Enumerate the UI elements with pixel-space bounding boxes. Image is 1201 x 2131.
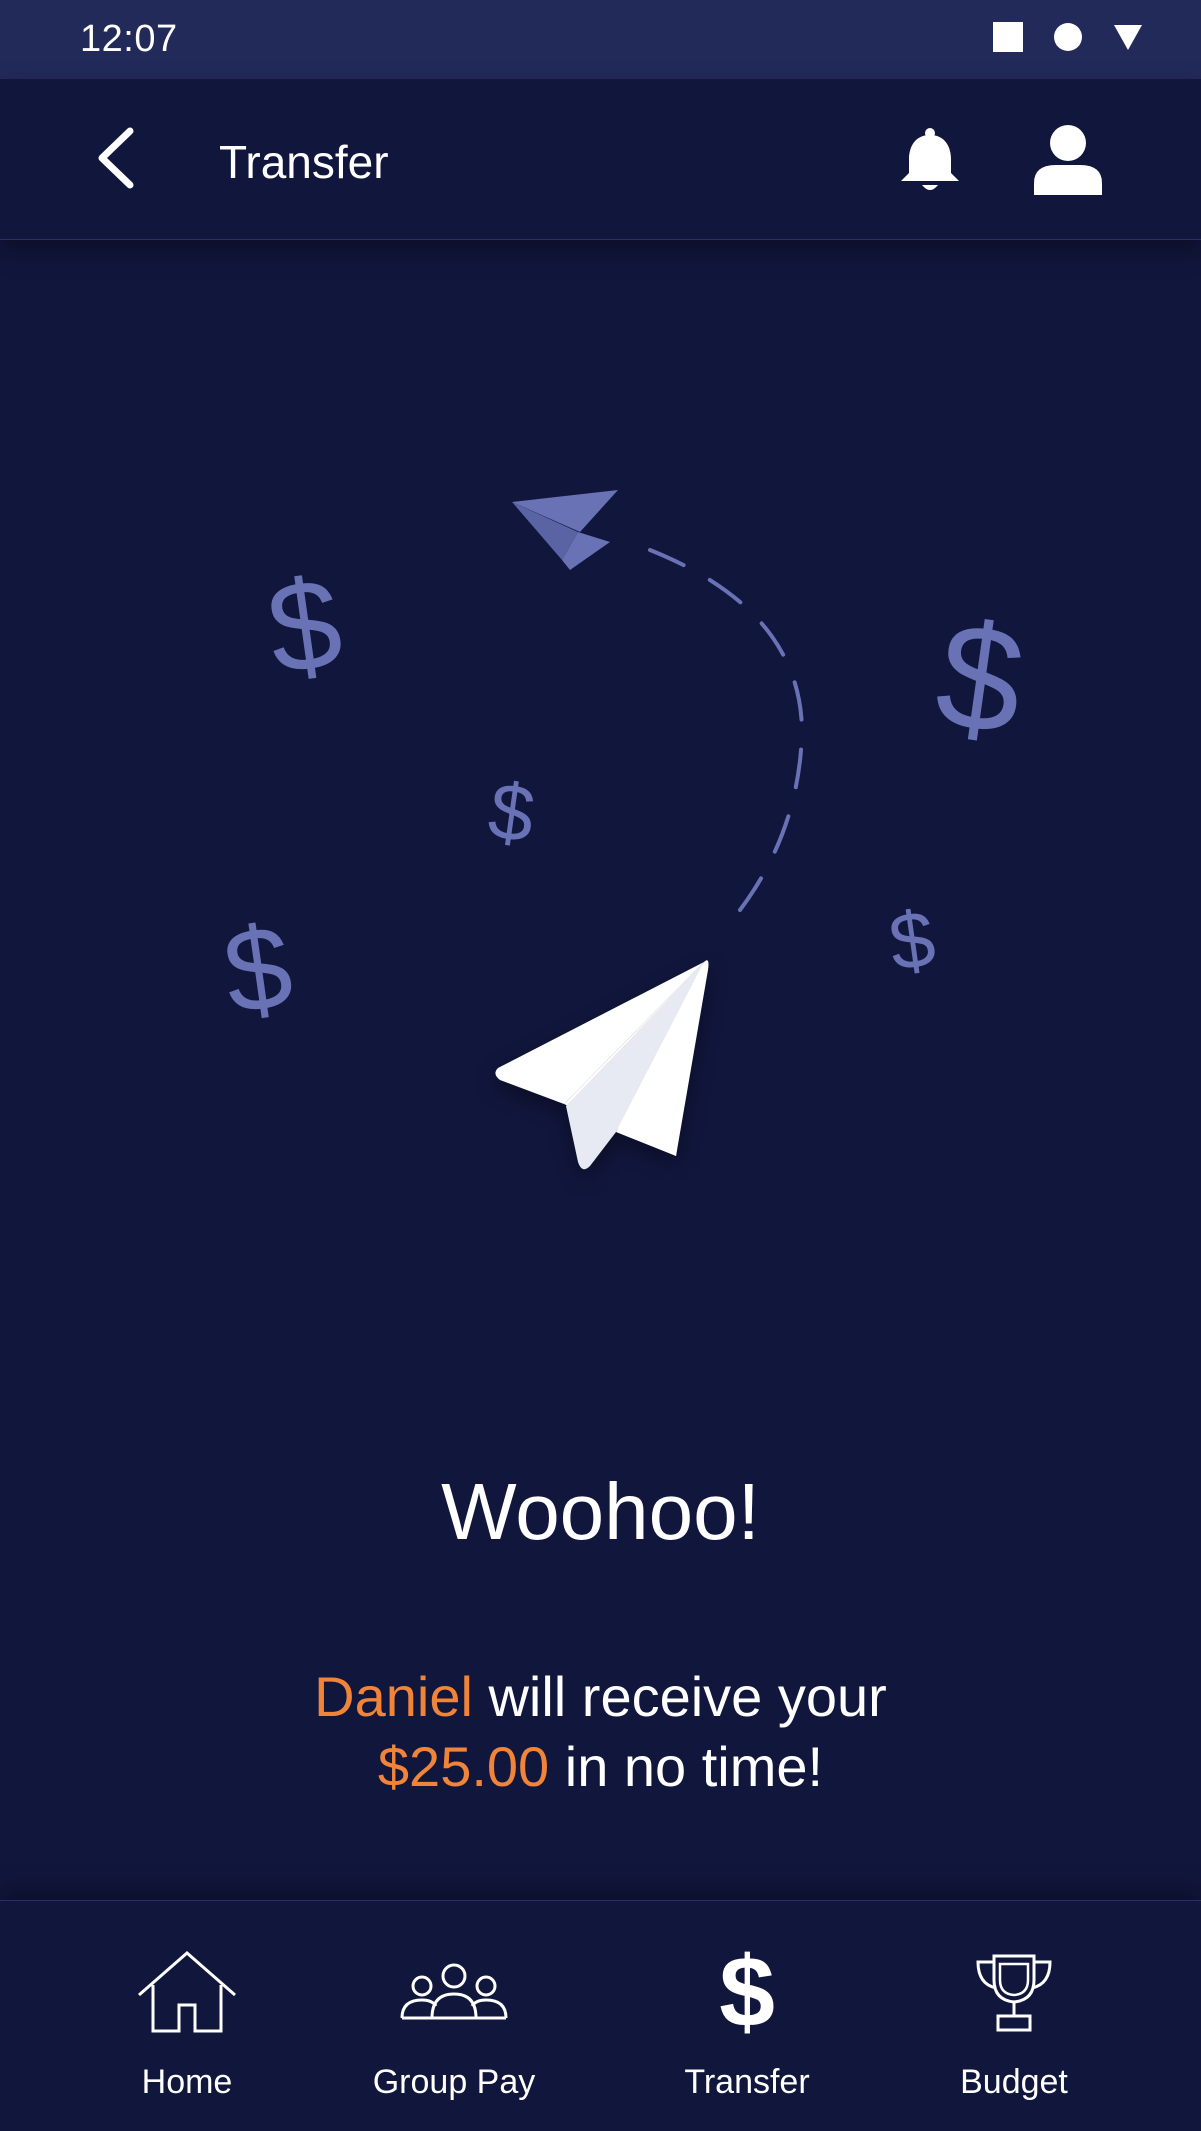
dollar-icon: $	[884, 893, 940, 987]
nav-item-budget[interactable]: Budget	[904, 1901, 1124, 2131]
nav-label-home: Home	[141, 2063, 233, 2101]
bell-icon	[895, 128, 965, 199]
dollar-icon: $	[927, 589, 1033, 767]
message-line-1: Daniel will receive your	[0, 1662, 1201, 1732]
status-time: 12:07	[80, 18, 178, 60]
back-button[interactable]	[86, 127, 146, 193]
svg-text:$: $	[719, 1946, 775, 2038]
status-bar: 12:07	[0, 0, 1201, 79]
nav-item-group-pay[interactable]: Group Pay	[344, 1901, 564, 2131]
message-text-1: will receive your	[472, 1665, 887, 1728]
dollar-icon: $	[259, 551, 349, 703]
page-title: Transfer	[219, 136, 389, 188]
nav-label-budget: Budget	[960, 2063, 1068, 2101]
nav-label-transfer: Transfer	[684, 2063, 810, 2101]
triangle-down-icon	[1113, 22, 1143, 57]
status-icons	[993, 22, 1143, 57]
dollar-icon: $	[216, 900, 299, 1040]
paper-plane-small-icon	[512, 490, 618, 570]
message-line-2: $25.00 in no time!	[0, 1732, 1201, 1802]
nav-label-group-pay: Group Pay	[372, 2063, 536, 2101]
transfer-illustration: $ $ $ $ $	[216, 490, 1033, 1170]
back-arrow-icon	[94, 127, 138, 194]
message-text-2: in no time!	[549, 1735, 824, 1798]
success-message: Daniel will receive your $25.00 in no ti…	[0, 1662, 1201, 1802]
dollar-icon: $	[687, 1946, 807, 2038]
profile-button[interactable]	[1030, 123, 1106, 197]
paper-plane-icon	[495, 960, 709, 1170]
notifications-button[interactable]	[895, 125, 965, 195]
user-icon	[1030, 125, 1106, 201]
home-icon	[127, 1946, 247, 2038]
nav-item-home[interactable]: Home	[77, 1901, 297, 2131]
trophy-icon	[954, 1946, 1074, 2038]
transfer-success-panel: $ $ $ $ $ Woohoo! Daniel will receive yo…	[0, 240, 1201, 1900]
success-headline: Woohoo!	[441, 1467, 760, 1556]
nav-item-transfer[interactable]: $ Transfer	[637, 1901, 857, 2131]
app-bar: Transfer	[0, 79, 1201, 240]
bottom-nav: Home Group Pay $ Transfer Budget	[0, 1900, 1201, 2131]
dollar-icon: $	[483, 765, 539, 859]
transfer-amount: $25.00	[377, 1735, 550, 1798]
recipient-name: Daniel	[314, 1665, 473, 1728]
circle-icon	[1053, 22, 1083, 57]
flight-path	[648, 548, 805, 912]
group-icon	[394, 1946, 514, 2038]
square-icon	[993, 22, 1023, 57]
